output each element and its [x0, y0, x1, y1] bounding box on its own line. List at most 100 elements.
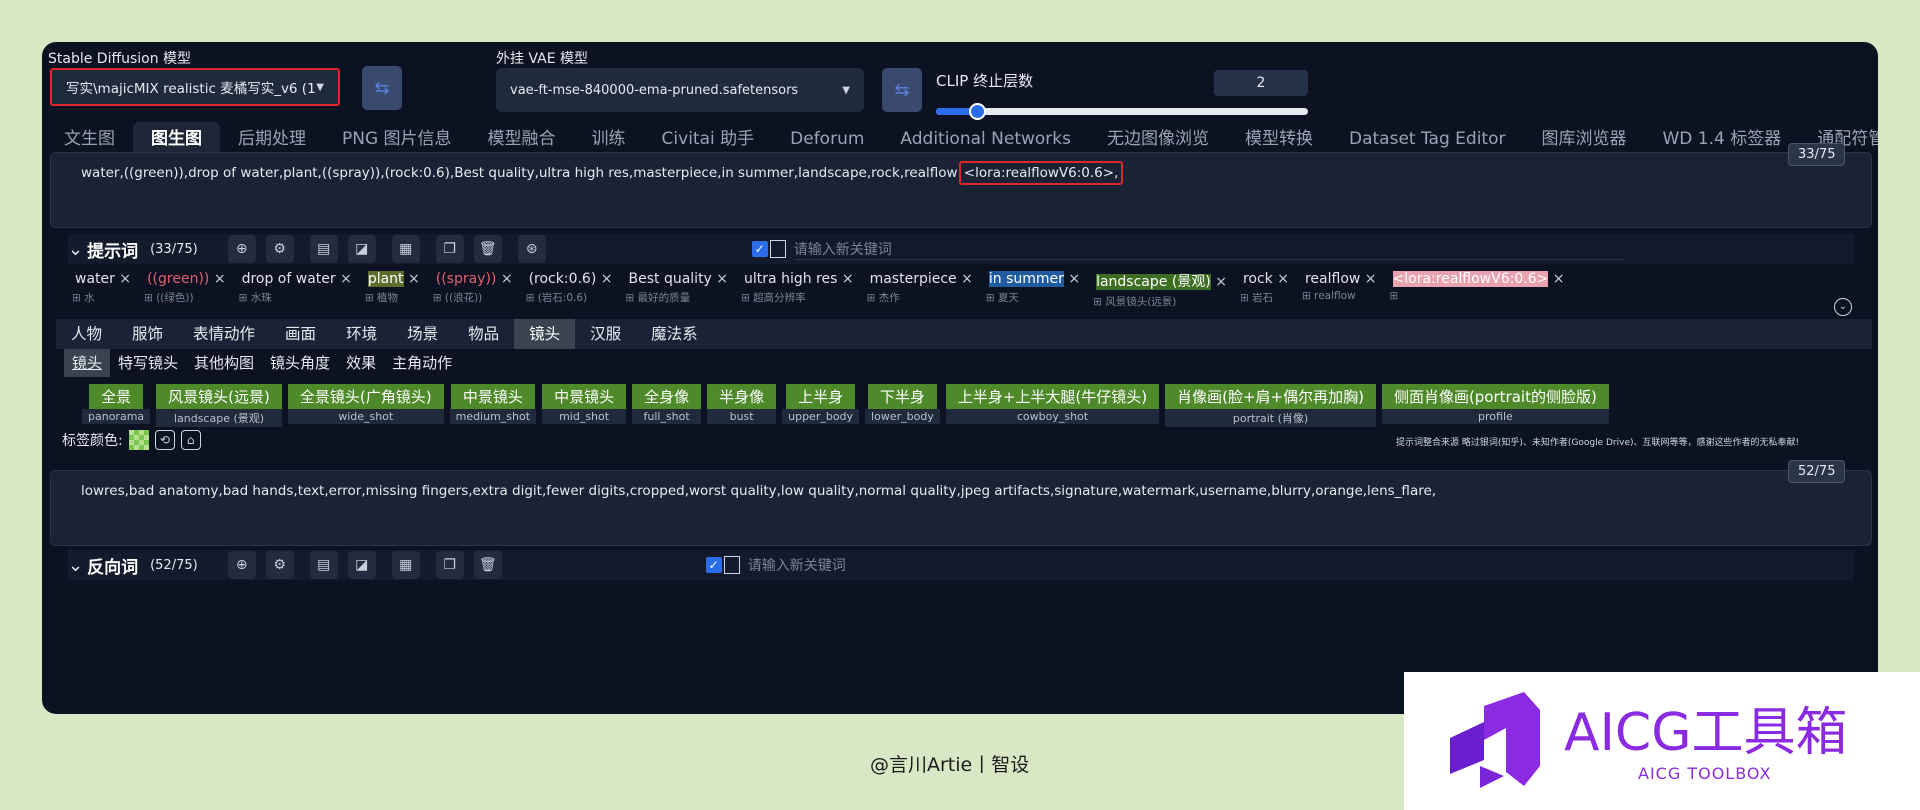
- tab-6[interactable]: Civitai 助手: [644, 122, 773, 156]
- subcategory-tab[interactable]: 其他构图: [186, 349, 262, 377]
- tab-0[interactable]: 文生图: [46, 122, 133, 156]
- tab-5[interactable]: 训练: [574, 122, 644, 156]
- shot-tag[interactable]: 中景镜头 mid_shot: [542, 384, 627, 427]
- tab-7[interactable]: Deforum: [772, 122, 882, 156]
- remove-chip-icon[interactable]: ×: [1273, 271, 1289, 287]
- category-tab[interactable]: 人物: [56, 319, 117, 349]
- prompt-chip[interactable]: <lora:realflowV6:0.6> × ⊞: [1390, 270, 1568, 309]
- favorite-icon[interactable]: ◪: [347, 235, 376, 263]
- collapse-icon[interactable]: ⌄: [68, 239, 83, 260]
- remove-chip-icon[interactable]: ×: [1360, 271, 1377, 287]
- shot-tag[interactable]: 下半身 lower_body: [865, 384, 940, 427]
- remove-chip-icon[interactable]: ×: [1211, 274, 1227, 290]
- palette-icon[interactable]: ⌂: [180, 430, 201, 450]
- shot-tag[interactable]: 全景镜头(广角镜头) wide_shot: [287, 384, 444, 427]
- trash-icon[interactable]: 🗑: [473, 235, 502, 263]
- tab-10[interactable]: 模型转换: [1227, 122, 1331, 156]
- checkbox-checked[interactable]: ✓: [751, 241, 768, 257]
- tab-9[interactable]: 无边图像浏览: [1089, 122, 1227, 156]
- clip-number-input[interactable]: 2: [1214, 70, 1308, 96]
- shot-tag[interactable]: 肖像画(脸+肩+偶尔再加胸) portrait (肖像): [1165, 384, 1376, 427]
- remove-chip-icon[interactable]: ×: [496, 271, 513, 287]
- favorite-icon[interactable]: ◪: [347, 551, 376, 579]
- ai-icon[interactable]: ⊛: [517, 235, 546, 263]
- remove-chip-icon[interactable]: ×: [596, 271, 613, 287]
- prompt-chip[interactable]: drop of water × ⊞ 水珠: [239, 270, 355, 309]
- format-icon[interactable]: ▦: [391, 235, 420, 263]
- remove-chip-icon[interactable]: ×: [404, 271, 420, 287]
- settings-icon[interactable]: ⚙: [265, 235, 294, 263]
- chip-label[interactable]: ((spray)) ×: [433, 270, 516, 288]
- tab-11[interactable]: Dataset Tag Editor: [1331, 122, 1523, 156]
- remove-chip-icon[interactable]: ×: [336, 271, 352, 287]
- chip-label[interactable]: Best quality ×: [626, 270, 732, 288]
- expand-icon[interactable]: ⌄: [1834, 298, 1852, 316]
- chip-label[interactable]: landscape (景观) ×: [1093, 270, 1230, 292]
- tab-4[interactable]: 模型融合: [470, 122, 574, 156]
- subcategory-tab[interactable]: 特写镜头: [110, 349, 186, 377]
- color-swatch[interactable]: [128, 430, 149, 450]
- category-tab[interactable]: 表情动作: [178, 319, 270, 349]
- tab-12[interactable]: 图库浏览器: [1523, 122, 1644, 156]
- category-tab[interactable]: 服饰: [117, 319, 178, 349]
- prompt-chip[interactable]: ((green)) × ⊞ ((绿色)): [144, 270, 228, 309]
- prompt-chip[interactable]: (rock:0.6) × ⊞ (岩石:0.6): [526, 270, 616, 309]
- shot-tag[interactable]: 半身像 bust: [707, 384, 777, 427]
- prompt-chip[interactable]: masterpiece × ⊞ 杰作: [867, 270, 976, 309]
- subcategory-tab[interactable]: 主角动作: [384, 349, 460, 377]
- tab-3[interactable]: PNG 图片信息: [324, 122, 470, 156]
- prompt-chip[interactable]: water × ⊞ 水: [72, 270, 134, 309]
- category-tab[interactable]: 物品: [453, 319, 514, 349]
- chip-label[interactable]: realflow ×: [1302, 270, 1380, 288]
- chip-label[interactable]: plant ×: [365, 270, 423, 288]
- shot-tag[interactable]: 全景 panorama: [82, 384, 151, 427]
- keyword-input[interactable]: 请输入新关键词: [793, 239, 1624, 260]
- trash-icon[interactable]: 🗑: [473, 551, 502, 579]
- prompt-chip[interactable]: ultra high res × ⊞ 超高分辨率: [741, 270, 857, 309]
- checkbox-checked[interactable]: ✓: [705, 557, 722, 573]
- reset-color-icon[interactable]: ⟲: [154, 430, 175, 450]
- copy-icon[interactable]: ❐: [435, 551, 464, 579]
- tab-1[interactable]: 图生图: [133, 122, 220, 156]
- vae-dropdown[interactable]: vae-ft-mse-840000-ema-pruned.safetensors…: [496, 68, 864, 112]
- remove-chip-icon[interactable]: ×: [837, 271, 854, 287]
- prompt-chip[interactable]: Best quality × ⊞ 最好的质量: [626, 270, 732, 309]
- subcategory-tab[interactable]: 效果: [338, 349, 384, 377]
- chip-label[interactable]: rock ×: [1240, 270, 1292, 288]
- chip-label[interactable]: water ×: [72, 270, 134, 288]
- prompt-chip[interactable]: landscape (景观) × ⊞ 风景镜头(远景): [1093, 270, 1230, 309]
- prompt-chip[interactable]: plant × ⊞ 植物: [365, 270, 423, 309]
- format-icon[interactable]: ▦: [391, 551, 420, 579]
- category-tab[interactable]: 魔法系: [636, 319, 713, 349]
- chip-label[interactable]: drop of water ×: [239, 270, 355, 288]
- remove-chip-icon[interactable]: ×: [957, 271, 973, 287]
- category-tab[interactable]: 画面: [270, 319, 331, 349]
- chip-label[interactable]: <lora:realflowV6:0.6> ×: [1390, 270, 1568, 288]
- category-tab[interactable]: 镜头: [514, 319, 576, 349]
- remove-chip-icon[interactable]: ×: [209, 271, 226, 287]
- refresh-sd-model-button[interactable]: ⇆: [362, 66, 402, 110]
- category-tab[interactable]: 汉服: [575, 319, 636, 349]
- subcategory-tab[interactable]: 镜头角度: [262, 349, 338, 377]
- tab-2[interactable]: 后期处理: [220, 122, 324, 156]
- shot-tag[interactable]: 侧面肖像画(portrait的侧脸版) profile: [1381, 384, 1609, 427]
- category-tab[interactable]: 场景: [392, 319, 453, 349]
- tab-13[interactable]: WD 1.4 标签器: [1644, 122, 1799, 156]
- negative-textarea[interactable]: lowres,bad anatomy,bad hands,text,error,…: [50, 470, 1872, 546]
- clip-slider-track[interactable]: [936, 103, 1308, 120]
- copy-icon[interactable]: ❐: [435, 235, 464, 263]
- chip-label[interactable]: masterpiece ×: [867, 270, 976, 288]
- negative-keyword-input[interactable]: 请输入新关键词: [748, 555, 1308, 575]
- history-icon[interactable]: ▤: [309, 235, 338, 263]
- chip-label[interactable]: ultra high res ×: [741, 270, 857, 288]
- refresh-vae-button[interactable]: ⇆: [882, 68, 922, 112]
- chip-label[interactable]: in summer ×: [986, 270, 1083, 288]
- shot-tag[interactable]: 风景镜头(远景) landscape (景观): [156, 384, 282, 427]
- chip-label[interactable]: ((green)) ×: [144, 270, 228, 288]
- translate-icon[interactable]: ⊕: [227, 235, 256, 263]
- chip-label[interactable]: (rock:0.6) ×: [526, 270, 616, 288]
- remove-chip-icon[interactable]: ×: [115, 271, 131, 287]
- prompt-chip[interactable]: rock × ⊞ 岩石: [1240, 270, 1292, 309]
- sd-model-dropdown[interactable]: 写实\majicMIX realistic 麦橘写实_v6 (1).safete…: [50, 68, 340, 106]
- collapse-icon[interactable]: ⌄: [68, 555, 83, 576]
